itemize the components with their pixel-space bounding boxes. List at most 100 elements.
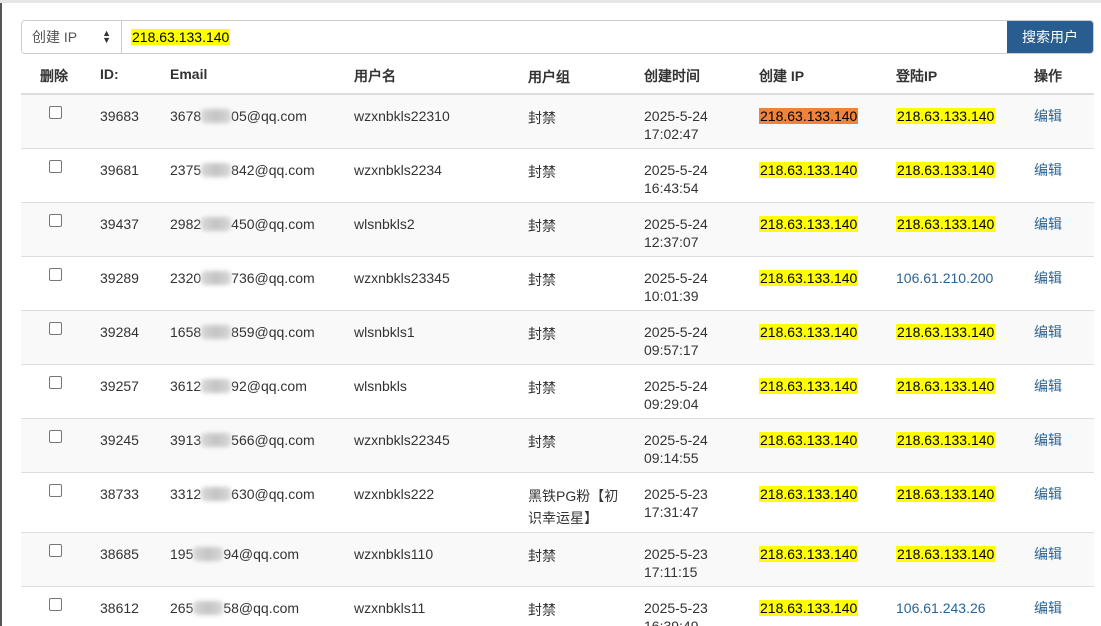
search-users-button[interactable]: 搜索用户	[1007, 21, 1093, 53]
row-id: 39437	[100, 216, 139, 232]
email-visible-prefix: 2982	[170, 216, 202, 232]
email-visible-prefix: 2320	[170, 270, 202, 286]
checkbox[interactable]	[49, 106, 62, 119]
checkbox[interactable]	[49, 268, 62, 281]
checkbox[interactable]	[49, 544, 62, 557]
row-email: 1658 859@qq.com	[170, 323, 315, 341]
row-created-ip-text: 218.63.133.140	[759, 546, 859, 562]
row-group: 封禁	[528, 107, 628, 129]
checkbox[interactable]	[49, 376, 62, 389]
email-redaction-blur	[193, 547, 224, 561]
row-group: 封禁	[528, 215, 628, 237]
edit-link-text[interactable]: 编辑	[1034, 432, 1062, 448]
row-edit-link[interactable]: 编辑	[1034, 323, 1062, 341]
edit-link-text[interactable]: 编辑	[1034, 108, 1062, 124]
search-input[interactable]: 218.63.133.140	[122, 21, 1007, 53]
edit-link-text[interactable]: 编辑	[1034, 546, 1062, 562]
row-username: wlsnbkls1	[354, 324, 415, 340]
email-visible-suffix: 630@qq.com	[231, 486, 315, 502]
checkbox[interactable]	[49, 322, 62, 335]
edit-link-text[interactable]: 编辑	[1034, 486, 1062, 502]
edit-link-text[interactable]: 编辑	[1034, 162, 1062, 178]
email-redaction-blur	[201, 433, 232, 447]
row-group: 封禁	[528, 599, 628, 621]
row-delete-checkbox[interactable]	[49, 106, 62, 119]
row-edit-link[interactable]: 编辑	[1034, 485, 1062, 503]
row-edit-link[interactable]: 编辑	[1034, 431, 1062, 449]
row-created-ip: 218.63.133.140	[759, 323, 859, 341]
row-group-text: 封禁	[528, 602, 556, 618]
row-created-time: 2025-5-24 09:29:04	[644, 377, 708, 413]
row-username: wzxnbkls110	[354, 546, 434, 562]
row-created-time: 2025-5-24 09:14:55	[644, 431, 708, 467]
row-group: 封禁	[528, 377, 628, 399]
row-edit-link[interactable]: 编辑	[1034, 107, 1062, 125]
edit-link-text[interactable]: 编辑	[1034, 324, 1062, 340]
checkbox[interactable]	[49, 484, 62, 497]
edit-link-text[interactable]: 编辑	[1034, 600, 1062, 616]
row-created-clock: 17:02:47	[644, 126, 699, 142]
row-email: 3913 566@qq.com	[170, 431, 315, 449]
edit-link-text[interactable]: 编辑	[1034, 270, 1062, 286]
row-created-date: 2025-5-23	[644, 546, 708, 562]
email-visible-suffix: 92@qq.com	[231, 378, 307, 394]
row-delete-checkbox[interactable]	[49, 322, 62, 335]
row-edit-link[interactable]: 编辑	[1034, 269, 1062, 287]
checkbox[interactable]	[49, 160, 62, 173]
row-edit-link[interactable]: 编辑	[1034, 161, 1062, 179]
row-delete-checkbox[interactable]	[49, 376, 62, 389]
row-login-ip-text: 218.63.133.140	[896, 432, 996, 448]
row-delete-checkbox[interactable]	[49, 214, 62, 227]
email-visible-prefix: 3678	[170, 108, 202, 124]
row-delete-checkbox[interactable]	[49, 268, 62, 281]
table-row: 39284 1658 859@qq.com wlsnbkls1 封禁 2025-5-24 0…	[21, 311, 1094, 365]
header-username: 用户名	[354, 68, 396, 84]
row-edit-link[interactable]: 编辑	[1034, 377, 1062, 395]
row-edit-link[interactable]: 编辑	[1034, 215, 1062, 233]
email-visible-prefix: 195	[170, 546, 194, 562]
checkbox[interactable]	[49, 430, 62, 443]
row-login-ip-text: 218.63.133.140	[896, 378, 996, 394]
table-row: 39437 2982 450@qq.com wlsnbkls2 封禁 2025-5-24 1…	[21, 203, 1094, 257]
users-table: 删除 ID: Email 用户名 用户组 创建时间 创建 IP 登陆IP 操作 …	[21, 54, 1094, 626]
row-created-time: 2025-5-23 17:31:47	[644, 485, 708, 521]
email-visible-suffix: 450@qq.com	[231, 216, 315, 232]
email-visible-suffix: 842@qq.com	[231, 162, 315, 178]
row-edit-link[interactable]: 编辑	[1034, 599, 1062, 617]
row-created-clock: 17:31:47	[644, 504, 699, 520]
row-group-text: 封禁	[528, 380, 556, 396]
row-edit-link[interactable]: 编辑	[1034, 545, 1062, 563]
row-username: wlsnbkls	[354, 378, 407, 394]
edit-link-text[interactable]: 编辑	[1034, 378, 1062, 394]
table-row: 38733 3312 630@qq.com wzxnbkls222 黑铁PG粉【初识幸运…	[21, 473, 1094, 533]
row-created-ip: 218.63.133.140	[759, 215, 859, 233]
row-login-ip-text: 218.63.133.140	[896, 546, 996, 562]
row-created-time: 2025-5-24 16:43:54	[644, 161, 708, 197]
table-row: 39683 3678 05@qq.com wzxnbkls22310 封禁 2025-5-…	[21, 95, 1094, 149]
row-delete-checkbox[interactable]	[49, 544, 62, 557]
row-id: 39289	[100, 270, 139, 286]
table-row: 39245 3913 566@qq.com wzxnbkls22345 封禁 2025-5…	[21, 419, 1094, 473]
row-group: 黑铁PG粉【初识幸运星】	[528, 485, 628, 529]
row-group-text: 封禁	[528, 272, 556, 288]
row-created-date: 2025-5-24	[644, 216, 708, 232]
row-created-clock: 09:29:04	[644, 396, 699, 412]
row-delete-checkbox[interactable]	[49, 160, 62, 173]
row-created-ip: 218.63.133.140	[759, 599, 859, 617]
row-email: 3612 92@qq.com	[170, 377, 307, 395]
edit-link-text[interactable]: 编辑	[1034, 216, 1062, 232]
row-created-date: 2025-5-23	[644, 486, 708, 502]
row-created-date: 2025-5-24	[644, 432, 708, 448]
row-delete-checkbox[interactable]	[49, 430, 62, 443]
row-login-ip-text: 106.61.210.200	[896, 270, 994, 286]
row-created-clock: 16:39:49	[644, 618, 699, 626]
checkbox[interactable]	[49, 214, 62, 227]
header-id: ID:	[100, 66, 119, 82]
checkbox[interactable]	[49, 598, 62, 611]
row-email: 195 94@qq.com	[170, 545, 299, 563]
search-field-select[interactable]: 创建 IP ▲ ▼	[22, 21, 122, 53]
row-delete-checkbox[interactable]	[49, 484, 62, 497]
header-created-ip: 创建 IP	[759, 68, 805, 84]
email-redaction-blur	[201, 163, 232, 177]
row-delete-checkbox[interactable]	[49, 598, 62, 611]
